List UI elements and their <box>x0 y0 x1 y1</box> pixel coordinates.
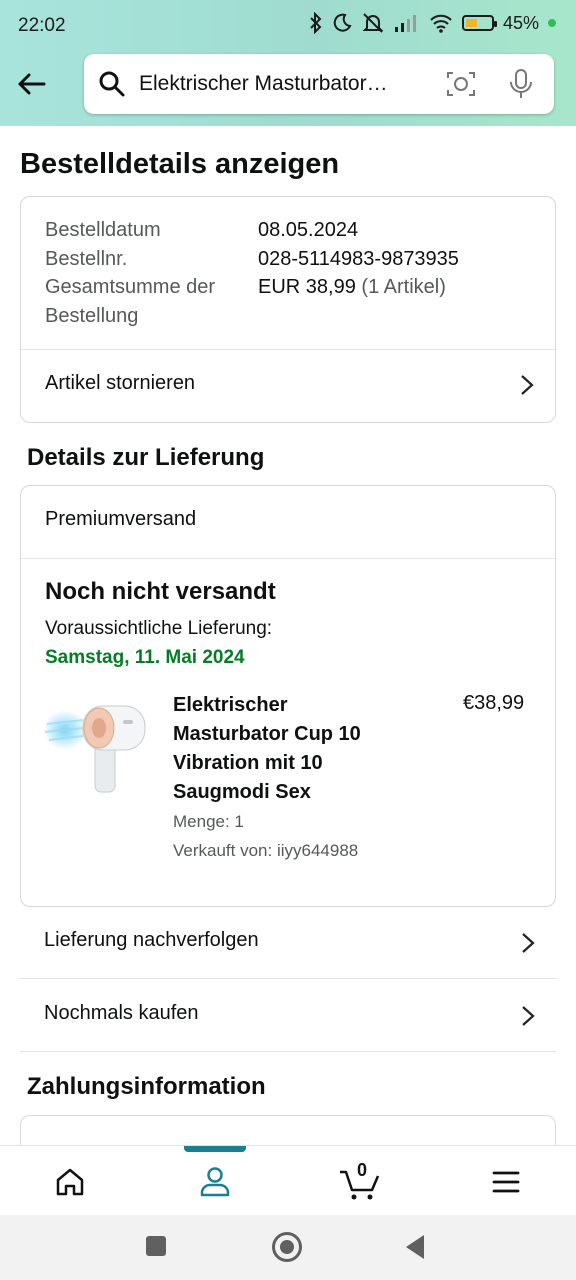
track-delivery-label: Lieferung nachverfolgen <box>44 929 259 951</box>
home-icon[interactable] <box>50 1162 90 1202</box>
search-input[interactable]: Elektrischer Masturbator… <box>139 72 388 96</box>
cart-count: 0 <box>357 1160 368 1180</box>
wifi-icon <box>430 14 452 33</box>
chevron-right-icon <box>522 933 535 953</box>
camera-search-icon[interactable] <box>446 70 476 98</box>
status-bar: 22:02 45% <box>0 0 576 52</box>
product-seller: Verkauft von: iiyy644988 <box>173 841 359 860</box>
product-title[interactable]: Elektrischer Masturbator Cup 10 Vibratio… <box>173 691 413 807</box>
payment-heading: Zahlungsinformation <box>27 1073 266 1100</box>
product-image[interactable] <box>43 696 149 796</box>
menu-icon[interactable] <box>486 1162 526 1202</box>
chevron-right-icon[interactable] <box>519 373 535 397</box>
product-price: €38,99 <box>463 692 525 714</box>
expected-delivery-date: Samstag, 11. Mai 2024 <box>45 647 245 668</box>
bluetooth-icon <box>310 12 322 34</box>
battery-icon <box>461 15 497 31</box>
search-icon <box>99 71 125 97</box>
order-number-value: 028-5114983-9873935 <box>258 248 459 270</box>
divider <box>21 349 555 350</box>
divider <box>21 558 555 559</box>
order-date-label: Bestelldatum <box>45 219 161 241</box>
back-button-icon[interactable] <box>406 1235 424 1259</box>
recent-apps-icon[interactable] <box>146 1236 166 1256</box>
signal-icon <box>394 15 416 32</box>
bottom-navigation: 0 <box>0 1145 576 1215</box>
mute-icon <box>362 13 384 33</box>
delivery-heading: Details zur Lieferung <box>27 444 265 471</box>
expected-delivery-label: Voraussichtliche Lieferung: <box>45 618 273 639</box>
shipping-method: Premiumversand <box>45 508 197 530</box>
active-tab-indicator <box>184 1146 246 1152</box>
order-number-label: Bestellnr. <box>45 248 128 270</box>
track-delivery-row[interactable]: Lieferung nachverfolgen <box>20 907 556 979</box>
system-navigation-bar <box>0 1215 576 1280</box>
page-title: Bestelldetails anzeigen <box>20 148 340 180</box>
status-time: 22:02 <box>18 15 66 36</box>
app-header: 22:02 45% Elektrischer Masturbator… <box>0 0 576 126</box>
search-bar[interactable]: Elektrischer Masturbator… <box>84 54 554 114</box>
cart-button[interactable]: 0 <box>338 1160 384 1202</box>
buy-again-label: Nochmals kaufen <box>44 1002 199 1024</box>
account-icon[interactable] <box>195 1162 235 1202</box>
home-button-icon[interactable] <box>272 1232 302 1262</box>
back-arrow-icon[interactable] <box>14 66 50 102</box>
battery-percent: 45% <box>502 12 539 33</box>
order-summary-card: Bestelldatum 08.05.2024 Bestellnr. 028-5… <box>20 196 556 423</box>
order-date-value: 08.05.2024 <box>258 219 359 241</box>
cancel-items-label[interactable]: Artikel stornieren <box>45 372 195 395</box>
microphone-icon[interactable] <box>508 68 534 100</box>
order-total-value: EUR 38,99 (1 Artikel) <box>258 276 446 298</box>
chevron-right-icon <box>522 1006 535 1026</box>
order-total-label: Gesamtsumme der Bestellung <box>45 276 216 327</box>
product-quantity: Menge: 1 <box>173 812 244 831</box>
status-icons: 45% <box>309 12 556 34</box>
buy-again-row[interactable]: Nochmals kaufen <box>20 980 556 1052</box>
do-not-disturb-icon <box>333 13 352 32</box>
charging-dot-icon <box>548 19 556 27</box>
delivery-card: Premiumversand Noch nicht versandt Vorau… <box>20 485 556 907</box>
shipment-status: Noch nicht versandt <box>45 578 276 605</box>
